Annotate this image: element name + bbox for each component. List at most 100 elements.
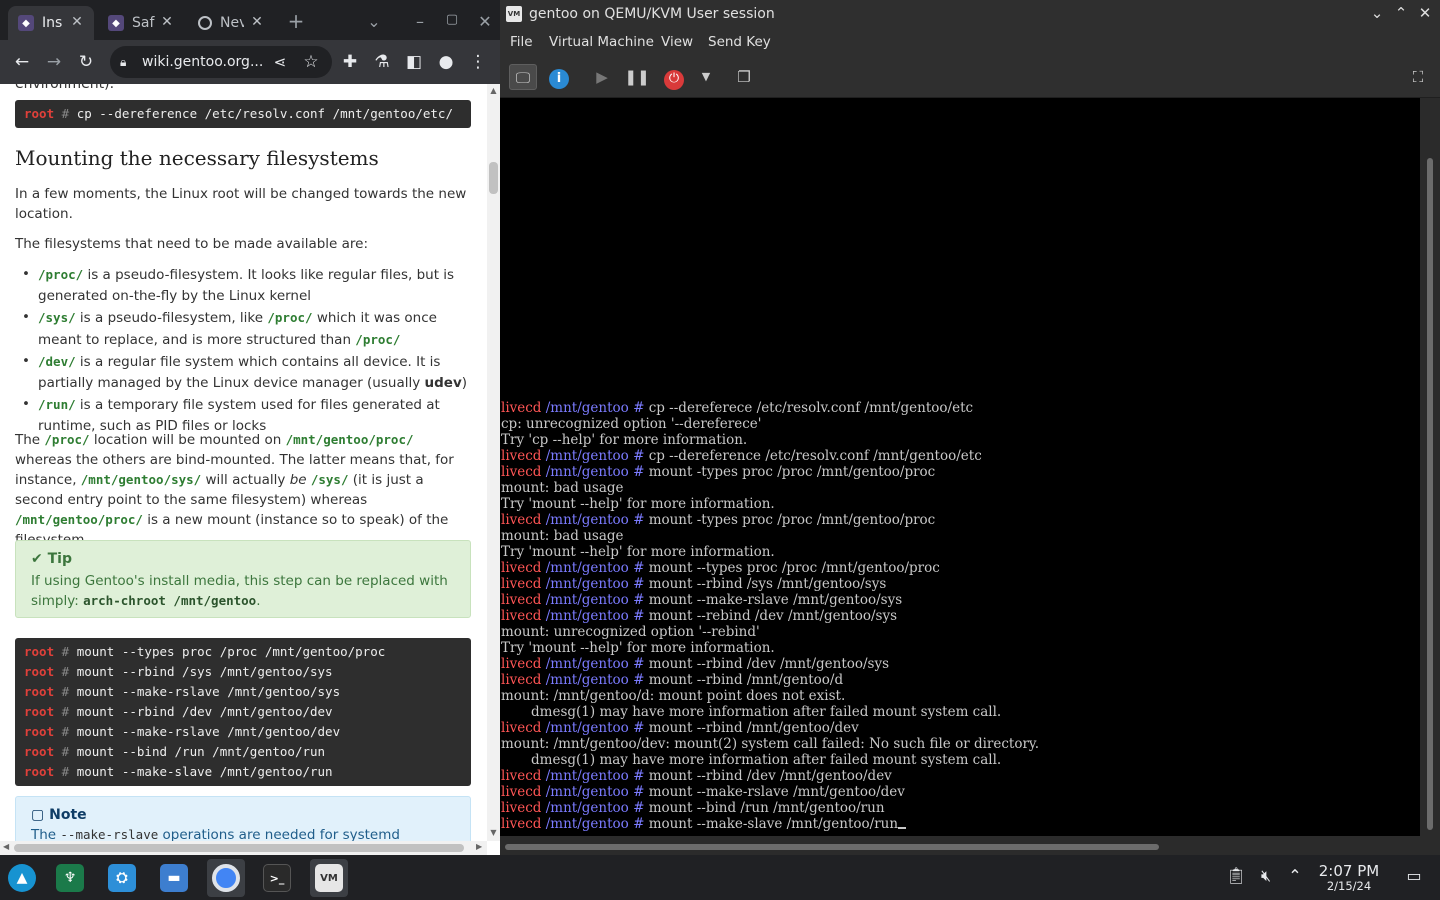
tab-search-chevron-icon[interactable]: ⌄ (363, 12, 385, 31)
scrollbar-thumb[interactable] (1427, 158, 1433, 830)
flask-icon[interactable]: ⚗ (370, 50, 394, 74)
taskbar: ▲ ♆ ⛭ ▬ >_ VM 📋︎ 🔇︎ ⌃ 2:07 PM 2/15/24 ▭ (0, 855, 1440, 900)
note-box: ▢ Note The --make-rslave operations are … (15, 796, 471, 841)
page-horizontal-scrollbar[interactable]: ◀ ▶ (0, 841, 487, 855)
forward-arrow-icon[interactable]: → (42, 50, 66, 74)
app-discover[interactable]: ⛭ (103, 859, 141, 897)
scrollbar-thumb[interactable] (489, 162, 498, 194)
extensions-puzzle-icon[interactable]: ✚ (338, 50, 362, 74)
menu-view[interactable]: View (661, 34, 693, 50)
console-view-monitor-icon[interactable]: 🖵︎ (509, 64, 537, 90)
gentoo-favicon-icon: ◆ (108, 15, 124, 31)
volume-muted-icon[interactable]: 🔇︎ (1254, 866, 1278, 886)
new-tab-button[interactable]: + (285, 9, 307, 33)
console-horizontal-scrollbar[interactable] (500, 836, 1440, 855)
fullscreen-icon[interactable]: ⛶ (1404, 64, 1432, 90)
browser-menu-icon[interactable]: ⋮ (466, 50, 490, 74)
tab-new[interactable]: Nev ✕ (188, 6, 274, 40)
console-command-line: livecd /mnt/gentoo # mount --rbind /mnt/… (501, 720, 859, 736)
run-play-icon[interactable]: ▶ (588, 64, 616, 90)
details-info-icon[interactable]: i (545, 64, 573, 90)
pause-icon[interactable]: ❚❚ (623, 64, 651, 90)
filesystem-list: •/proc/ is a pseudo-filesystem. It looks… (20, 264, 472, 437)
app-alpaca[interactable]: ♆ (51, 859, 89, 897)
scroll-up-arrow-icon[interactable]: ▲ (487, 86, 500, 95)
scroll-right-arrow-icon[interactable]: ▶ (476, 842, 482, 851)
close-window-icon[interactable]: ✕ (1416, 4, 1434, 22)
scrollbar-thumb[interactable] (505, 844, 1159, 850)
app-terminal[interactable]: >_ (258, 859, 296, 897)
tray-expand-chevron-icon[interactable]: ⌃ (1283, 866, 1307, 885)
virt-manager-app-icon: VM (506, 6, 522, 22)
console-command-line: livecd /mnt/gentoo # mount --make-rslave… (501, 784, 905, 800)
console-command-line: livecd /mnt/gentoo # mount --make-rslave… (501, 592, 903, 608)
tip-box: ✔ Tip If using Gentoo's install media, t… (15, 540, 471, 618)
launcher-button[interactable]: ▲ (3, 859, 41, 897)
console-command-line: livecd /mnt/gentoo # mount --types proc … (501, 560, 940, 576)
virt-manager-icon: VM (315, 864, 343, 892)
check-circle-icon: ✔ (31, 551, 43, 567)
wiki-page-content: environment). root # cp --dereference /e… (0, 84, 487, 841)
console-output-line: mount: /mnt/gentoo/dev: mount(2) system … (501, 736, 1040, 752)
scrollbar-thumb[interactable] (14, 844, 464, 852)
menu-file[interactable]: File (510, 34, 533, 50)
console-output-line: Try 'cp --help' for more information. (501, 432, 748, 448)
shutdown-power-icon[interactable]: ⏻︎ (660, 64, 688, 90)
window-title: gentoo on QEMU/KVM User session (529, 6, 775, 22)
close-tab-icon[interactable]: ✕ (68, 14, 86, 30)
vm-console-display[interactable]: livecd /mnt/gentoo # cp --dereferece /et… (500, 98, 1420, 836)
back-arrow-icon[interactable]: ← (10, 50, 34, 74)
paragraph-intro: In a few moments, the Linux root will be… (15, 186, 467, 222)
shutdown-menu-chevron-icon[interactable]: ▼ (692, 64, 720, 90)
maximize-icon[interactable]: ⌃ (1392, 4, 1410, 22)
folder-icon: ▬ (160, 864, 188, 892)
chrome-icon (212, 864, 240, 892)
clipboard-icon[interactable]: 📋︎ (1224, 866, 1248, 885)
snapshots-icon[interactable]: ❐ (730, 64, 758, 90)
clock[interactable]: 2:07 PM 2/15/24 (1312, 862, 1386, 893)
console-vertical-scrollbar[interactable] (1420, 98, 1440, 836)
console-output-line: mount: /mnt/gentoo/d: mount point does n… (501, 688, 846, 704)
app-chrome[interactable] (207, 859, 245, 897)
close-tab-icon[interactable]: ✕ (158, 14, 176, 30)
console-command-line: livecd /mnt/gentoo # mount --bind /run /… (501, 800, 885, 816)
terminal-icon: >_ (263, 864, 291, 892)
page-vertical-scrollbar[interactable]: ▲ ▼ (487, 84, 500, 841)
lock-icon: 🔒︎ (120, 54, 127, 69)
console-command-line: livecd /mnt/gentoo # mount -types proc /… (501, 512, 936, 528)
vm-viewer-window: VM gentoo on QEMU/KVM User session ⌄ ⌃ ✕… (500, 0, 1440, 855)
console-output-line: Try 'mount --help' for more information. (501, 544, 775, 560)
share-icon[interactable]: ⋖ (268, 50, 292, 74)
menu-virtual-machine[interactable]: Virtual Machine (549, 34, 654, 50)
tab-gentoo-install[interactable]: ◆ Ins ✕ (8, 6, 94, 40)
close-tab-icon[interactable]: ✕ (248, 14, 266, 30)
minimize-icon[interactable]: ⌄ (1368, 4, 1386, 22)
console-output-line: mount: unrecognized option '--rebind' (501, 624, 760, 640)
minimize-icon[interactable]: – (409, 12, 431, 31)
list-item: •/dev/ is a regular file system which co… (22, 353, 468, 391)
tab-safe[interactable]: ◆ Saf ✕ (98, 6, 184, 40)
bookmark-star-icon[interactable]: ☆ (299, 50, 323, 74)
menu-send-key[interactable]: Send Key (708, 34, 771, 50)
reload-icon[interactable]: ↻ (74, 50, 98, 74)
console-output-line: dmesg(1) may have more information after… (501, 704, 1002, 720)
scroll-left-arrow-icon[interactable]: ◀ (3, 842, 9, 851)
side-panel-icon[interactable]: ◧ (402, 50, 426, 74)
show-desktop-icon[interactable]: ▭ (1402, 866, 1426, 885)
browser-window: ◆ Ins ✕ ◆ Saf ✕ Nev ✕ + ⌄ – ▢ ✕ ← → ↻ 🔒︎… (0, 0, 500, 855)
scroll-down-arrow-icon[interactable]: ▼ (487, 828, 500, 837)
maximize-icon[interactable]: ▢ (441, 12, 463, 27)
code-block-resolv: root # cp --dereference /etc/resolv.conf… (15, 100, 471, 128)
close-window-icon[interactable]: ✕ (474, 12, 496, 31)
list-item: •/proc/ is a pseudo-filesystem. It looks… (22, 266, 455, 304)
code-line: root # mount --bind /run /mnt/gentoo/run (24, 744, 326, 759)
code-line: root # mount --make-rslave /mnt/gentoo/s… (24, 684, 341, 699)
profile-avatar-icon[interactable]: ● (434, 50, 458, 74)
app-file-manager[interactable]: ▬ (155, 859, 193, 897)
alpaca-app-icon: ♆ (56, 864, 84, 892)
console-output-line: Try 'mount --help' for more information. (501, 640, 775, 656)
code-line: root # mount --types proc /proc /mnt/gen… (24, 644, 386, 659)
gentoo-favicon-icon: ◆ (18, 15, 34, 31)
app-virt-manager[interactable]: VM (310, 859, 348, 897)
store-bag-icon: ⛭ (108, 864, 136, 892)
